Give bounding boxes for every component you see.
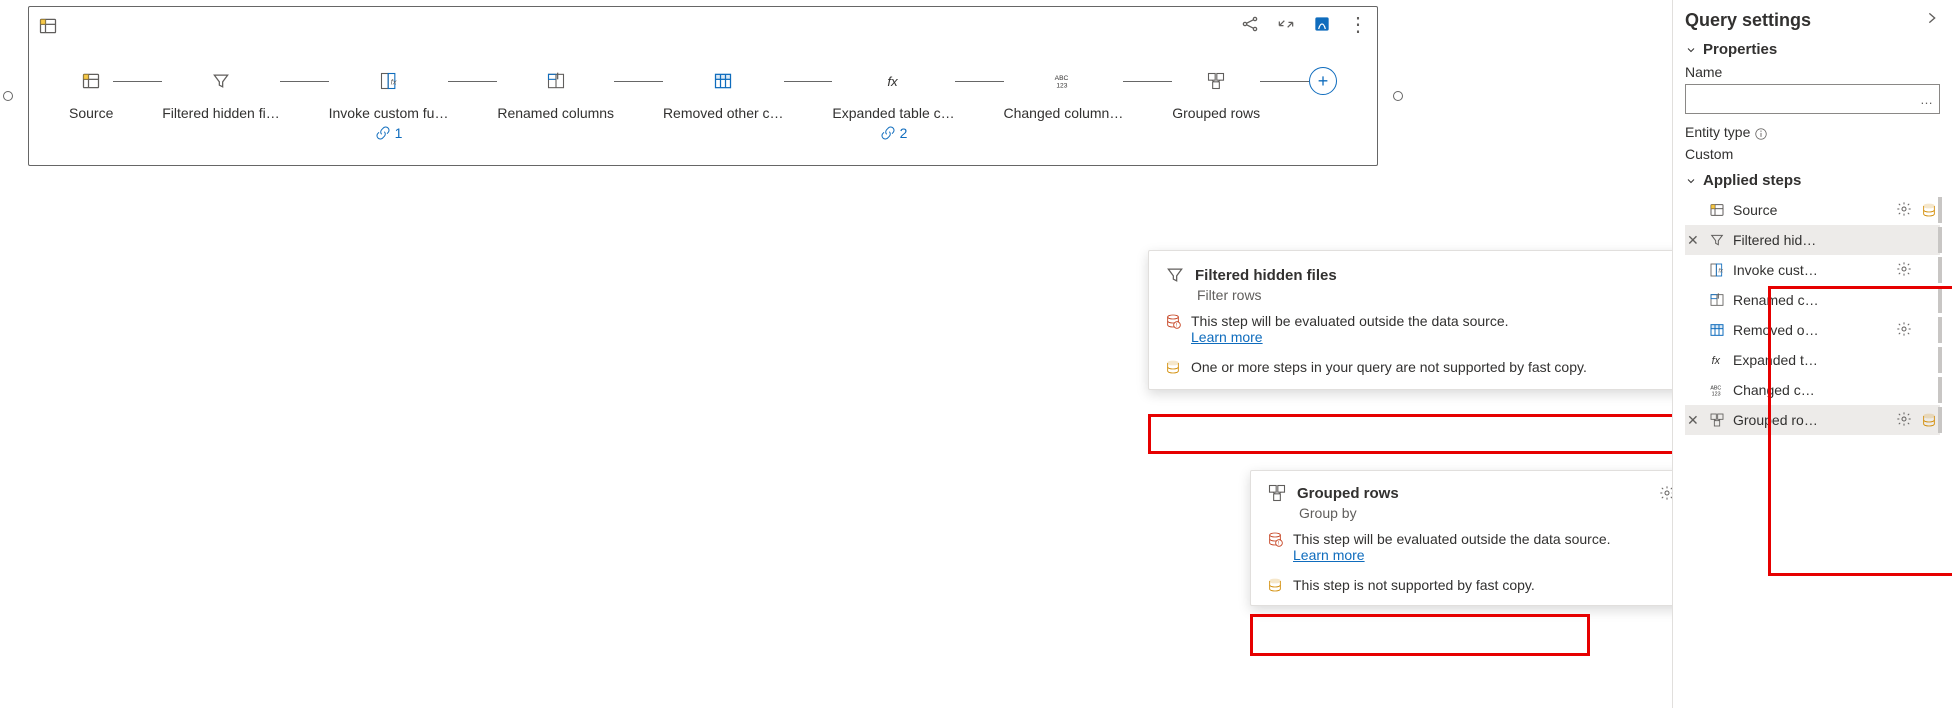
gear-icon[interactable] [1896,261,1914,280]
db-icon [1165,359,1181,375]
table-blue-icon [1707,322,1727,338]
flow-connector [955,81,1004,82]
flow-end-dot [1393,91,1403,101]
flow-step[interactable]: Filtered hidden fi… [162,61,280,121]
rename-icon [536,61,576,101]
table-icon [71,61,111,101]
db-warn-icon [1267,531,1283,547]
collapse-icon[interactable] [1275,13,1297,35]
tooltip2-title: Grouped rows [1297,485,1399,502]
flow-step-label: Renamed columns [497,105,614,121]
tooltip-grouped-rows: Grouped rows Group by This step will be … [1250,470,1690,606]
filter-icon [1707,232,1727,248]
flow-step-label: Grouped rows [1172,105,1260,121]
learn-more-link[interactable]: Learn more [1293,547,1365,563]
group-icon [1707,412,1727,428]
applied-step[interactable]: ✕ Invoke cust… [1685,255,1940,285]
flow-step-label: Invoke custom fu… [329,105,449,121]
tooltip-subtitle: Filter rows [1197,287,1721,303]
tooltip-filtered-hidden: Filtered hidden files Filter rows This s… [1148,250,1738,390]
properties-header[interactable]: Properties [1685,41,1940,58]
panel-title: Query settings [1685,10,1811,31]
flow-step-label: Changed column… [1004,105,1124,121]
table-blue-icon [703,61,743,101]
tooltip2-warning: This step will be evaluated outside the … [1293,531,1611,547]
step-label: Invoke cust… [1733,262,1890,278]
flow-connector [1260,81,1309,82]
rename-icon [1707,292,1727,308]
chevron-right-icon[interactable] [1924,10,1940,31]
flow-step-label: Expanded table c… [832,105,954,121]
db-icon [1267,577,1283,593]
step-marker [1938,197,1942,223]
chevron-down-icon [1685,44,1697,56]
flow-connector [784,81,833,82]
fastcopy-warning: One or more steps in your query are not … [1191,359,1587,375]
step-label: Filtered hid… [1733,232,1890,248]
fx-icon [874,61,914,101]
info-icon[interactable] [1754,127,1768,141]
diagram-table-icon [35,13,61,39]
flow-step[interactable]: Removed other c… [663,61,784,121]
fx-col-icon [369,61,409,101]
flow-connector [448,81,497,82]
chevron-down-icon [1685,175,1697,187]
name-label: Name [1685,64,1940,80]
link-count: 1 [375,125,403,141]
tooltip-warning: This step will be evaluated outside the … [1191,313,1509,329]
flow-step-label: Removed other c… [663,105,784,121]
pq-icon[interactable] [1311,13,1333,35]
more-icon[interactable]: ⋮ [1347,13,1369,35]
diagram-panel: ⋮ Source Filtered hidden fi… Invoke cust… [28,6,1378,166]
tooltip-title: Filtered hidden files [1195,267,1337,284]
abc-icon [1043,61,1083,101]
highlight-box [1250,614,1590,656]
highlight-box [1148,414,1738,454]
tooltip2-subtitle: Group by [1299,505,1673,521]
abc-icon [1707,382,1727,398]
name-input[interactable]: … [1685,84,1940,114]
link-count: 2 [880,125,908,141]
step-flow: Source Filtered hidden fi… Invoke custom… [29,61,1377,141]
filter-icon [1165,265,1185,285]
step-marker [1938,227,1942,253]
fastcopy2-warning: This step is not supported by fast copy. [1293,577,1535,593]
db-warn-icon [1165,313,1181,329]
learn-more-link[interactable]: Learn more [1191,329,1263,345]
db-warn-icon [1920,202,1938,218]
flow-step[interactable]: Changed column… [1004,61,1124,121]
flow-step[interactable]: Source [69,61,113,121]
flow-step[interactable]: Renamed columns [497,61,614,121]
applied-steps-header[interactable]: Applied steps [1685,172,1940,189]
highlight-box [1768,286,1952,576]
entity-type-value: Custom [1685,146,1940,162]
table-icon [1707,202,1727,218]
gear-icon[interactable] [1896,201,1914,220]
flow-step[interactable]: Expanded table c… 2 [832,61,954,141]
fx-col-icon [1707,262,1727,278]
step-label: Source [1733,202,1890,218]
group-icon [1267,483,1287,503]
add-step-button[interactable]: + [1309,67,1337,95]
group-icon [1196,61,1236,101]
ellipsis-icon[interactable]: … [1920,92,1933,107]
flow-start-dot [3,91,13,101]
delete-step-icon[interactable]: ✕ [1687,412,1701,429]
delete-step-icon[interactable]: ✕ [1687,232,1701,249]
applied-step[interactable]: ✕ Filtered hid… [1685,225,1940,255]
flow-connector [614,81,663,82]
share-icon[interactable] [1239,13,1261,35]
flow-step[interactable]: Invoke custom fu… 1 [329,61,449,141]
flow-step[interactable]: Grouped rows [1172,61,1260,121]
flow-connector [280,81,329,82]
filter-icon [201,61,241,101]
step-marker [1938,257,1942,283]
flow-step-label: Source [69,105,113,121]
flow-step-label: Filtered hidden fi… [162,105,280,121]
entity-type-label: Entity type [1685,124,1750,140]
fx-icon [1707,352,1727,368]
applied-step[interactable]: ✕ Source [1685,195,1940,225]
flow-connector [113,81,162,82]
flow-connector [1123,81,1172,82]
